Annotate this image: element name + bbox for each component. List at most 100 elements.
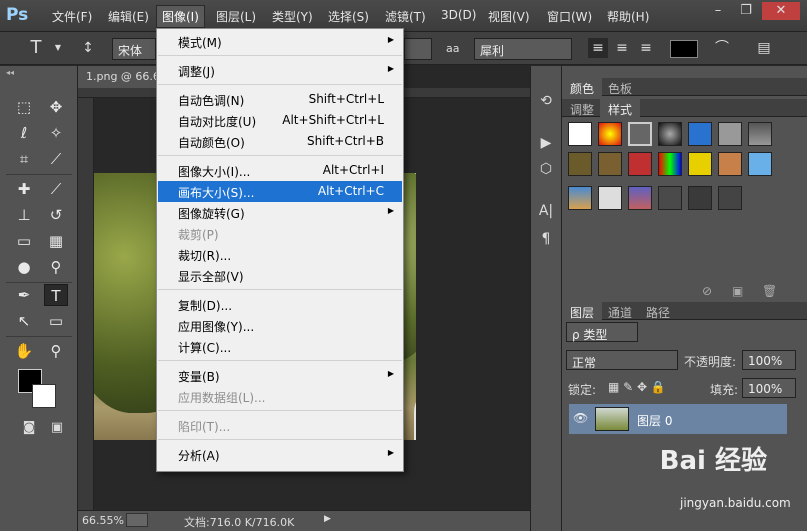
hand-tool-icon[interactable]: ✋ bbox=[12, 340, 36, 362]
menu-item[interactable]: 变量(B) ▶ bbox=[158, 365, 402, 386]
orientation-icon[interactable]: ↕ bbox=[78, 38, 98, 58]
dodge-tool-icon[interactable]: ⚲ bbox=[44, 256, 68, 278]
align-left-icon[interactable]: ≡ bbox=[588, 38, 608, 58]
gradient-tool-icon[interactable]: ▦ bbox=[44, 230, 68, 252]
style-swatch[interactable] bbox=[718, 186, 742, 210]
style-swatch[interactable] bbox=[658, 152, 682, 176]
style-swatch[interactable] bbox=[598, 122, 622, 146]
style-swatch[interactable] bbox=[658, 186, 682, 210]
menu-item[interactable]: 分析(A) ▶ bbox=[158, 444, 402, 465]
history-icon[interactable]: ⟲ bbox=[535, 90, 557, 112]
menu-file[interactable]: 文件(F) bbox=[52, 8, 92, 25]
3d-icon[interactable]: ⬡ bbox=[535, 158, 557, 180]
type-tool-icon[interactable]: T bbox=[44, 284, 68, 306]
layer-kind-filter[interactable]: ρ 类型 bbox=[566, 322, 638, 342]
history-brush-icon[interactable]: ↺ bbox=[44, 204, 68, 226]
zoom-icon[interactable] bbox=[126, 513, 148, 527]
character-panel-icon[interactable]: ▤ bbox=[754, 38, 774, 58]
opacity-input[interactable]: 100% bbox=[742, 350, 796, 370]
close-icon[interactable]: ✕ bbox=[762, 2, 800, 20]
style-swatch[interactable] bbox=[688, 152, 712, 176]
menu-layer[interactable]: 图层(L) bbox=[216, 8, 256, 25]
style-swatch[interactable] bbox=[748, 152, 772, 176]
menu-item[interactable]: 图像旋转(G) ▶ bbox=[158, 202, 402, 223]
menu-item[interactable]: 画布大小(S)... Alt+Ctrl+C bbox=[158, 181, 402, 202]
type-tool-icon[interactable]: T bbox=[26, 38, 46, 58]
menu-item[interactable]: 复制(D)... bbox=[158, 294, 402, 315]
actions-play-icon[interactable]: ▶ bbox=[535, 132, 557, 154]
tab-channels[interactable]: 通道 bbox=[600, 302, 640, 320]
marquee-tool-icon[interactable]: ⬚ bbox=[12, 96, 36, 118]
layer-name[interactable]: 图层 0 bbox=[637, 412, 672, 429]
style-swatch[interactable] bbox=[718, 122, 742, 146]
menu-item[interactable]: 自动对比度(U) Alt+Shift+Ctrl+L bbox=[158, 110, 402, 131]
style-swatch[interactable] bbox=[688, 122, 712, 146]
restore-icon[interactable]: ❐ bbox=[734, 2, 758, 20]
pen-tool-icon[interactable]: ✒ bbox=[12, 284, 36, 306]
style-none[interactable] bbox=[568, 122, 592, 146]
style-swatch[interactable] bbox=[568, 186, 592, 210]
chevron-down-icon[interactable]: ▼ bbox=[48, 38, 68, 58]
eraser-tool-icon[interactable]: ▭ bbox=[12, 230, 36, 252]
delete-style-icon[interactable]: 🗑 bbox=[762, 284, 777, 298]
document-tab[interactable]: 1.png @ 66.6 bbox=[78, 66, 160, 88]
collapse-icon[interactable]: ◂◂ bbox=[6, 68, 14, 77]
style-swatch[interactable] bbox=[658, 122, 682, 146]
paragraph-icon[interactable]: ¶ bbox=[535, 228, 557, 250]
anti-alias-select[interactable]: 犀利 bbox=[474, 38, 572, 60]
menu-item[interactable]: 自动颜色(O) Shift+Ctrl+B bbox=[158, 131, 402, 152]
tab-adjustments[interactable]: 调整 bbox=[562, 99, 602, 117]
menu-item[interactable]: 计算(C)... bbox=[158, 336, 402, 357]
font-family-select[interactable]: 宋体 bbox=[112, 38, 156, 60]
text-color-swatch[interactable] bbox=[670, 40, 698, 58]
blur-tool-icon[interactable]: ● bbox=[12, 256, 36, 278]
style-swatch[interactable] bbox=[718, 152, 742, 176]
menu-item[interactable]: 应用图像(Y)... bbox=[158, 315, 402, 336]
zoom-tool-icon[interactable]: ⚲ bbox=[44, 340, 68, 362]
visibility-eye-icon[interactable]: 👁 bbox=[573, 411, 588, 425]
clear-style-icon[interactable]: ⊘ bbox=[702, 284, 712, 298]
minimize-icon[interactable]: – bbox=[706, 2, 730, 20]
style-swatch[interactable] bbox=[598, 152, 622, 176]
menu-item[interactable]: 图像大小(I)... Alt+Ctrl+I bbox=[158, 160, 402, 181]
menu-view[interactable]: 视图(V) bbox=[488, 8, 530, 25]
style-swatch[interactable] bbox=[568, 152, 592, 176]
menu-item[interactable]: 裁切(R)... bbox=[158, 244, 402, 265]
layer-row[interactable]: 👁 图层 0 bbox=[569, 404, 787, 434]
menu-item[interactable]: 模式(M) ▶ bbox=[158, 31, 402, 52]
rectangle-tool-icon[interactable]: ▭ bbox=[44, 310, 68, 332]
style-swatch[interactable] bbox=[628, 186, 652, 210]
magic-wand-icon[interactable]: ✧ bbox=[44, 122, 68, 144]
menu-image[interactable]: 图像(I) bbox=[156, 5, 205, 28]
style-swatch[interactable] bbox=[598, 186, 622, 210]
tab-color[interactable]: 颜色 bbox=[562, 78, 603, 96]
brush-tool-icon[interactable]: ⟋ bbox=[44, 178, 68, 200]
tab-swatches[interactable]: 色板 bbox=[600, 78, 640, 96]
align-center-icon[interactable]: ≡ bbox=[612, 38, 632, 58]
menu-item[interactable]: 自动色调(N) Shift+Ctrl+L bbox=[158, 89, 402, 110]
stamp-tool-icon[interactable]: ⊥ bbox=[12, 204, 36, 226]
menu-item[interactable]: 调整(J) ▶ bbox=[158, 60, 402, 81]
style-swatch[interactable] bbox=[628, 122, 652, 146]
lasso-tool-icon[interactable]: ℓ bbox=[12, 122, 36, 144]
healing-brush-icon[interactable]: ✚ bbox=[12, 178, 36, 200]
lock-pixels-icon[interactable]: ▦ ✎ ✥ 🔒 bbox=[608, 380, 666, 394]
tab-layers[interactable]: 图层 bbox=[562, 302, 603, 320]
style-swatch[interactable] bbox=[748, 122, 772, 146]
menu-select[interactable]: 选择(S) bbox=[328, 8, 369, 25]
background-color-swatch[interactable] bbox=[32, 384, 56, 408]
align-right-icon[interactable]: ≡ bbox=[636, 38, 656, 58]
eyedropper-icon[interactable]: ⟋ bbox=[44, 148, 68, 170]
screen-mode-icon[interactable]: ▣ bbox=[46, 420, 68, 438]
move-tool-icon[interactable]: ✥ bbox=[44, 96, 68, 118]
character-icon[interactable]: A| bbox=[535, 200, 557, 222]
warp-text-icon[interactable]: ⌒ bbox=[712, 38, 732, 58]
menu-filter[interactable]: 滤镜(T) bbox=[385, 8, 426, 25]
status-menu-icon[interactable]: ▶ bbox=[324, 514, 331, 524]
tab-styles[interactable]: 样式 bbox=[600, 99, 641, 117]
font-size-dropdown[interactable] bbox=[404, 38, 432, 60]
menu-edit[interactable]: 编辑(E) bbox=[108, 8, 149, 25]
zoom-level[interactable]: 66.55% bbox=[82, 514, 124, 527]
new-style-icon[interactable]: ▣ bbox=[732, 284, 743, 298]
menu-help[interactable]: 帮助(H) bbox=[607, 8, 649, 25]
